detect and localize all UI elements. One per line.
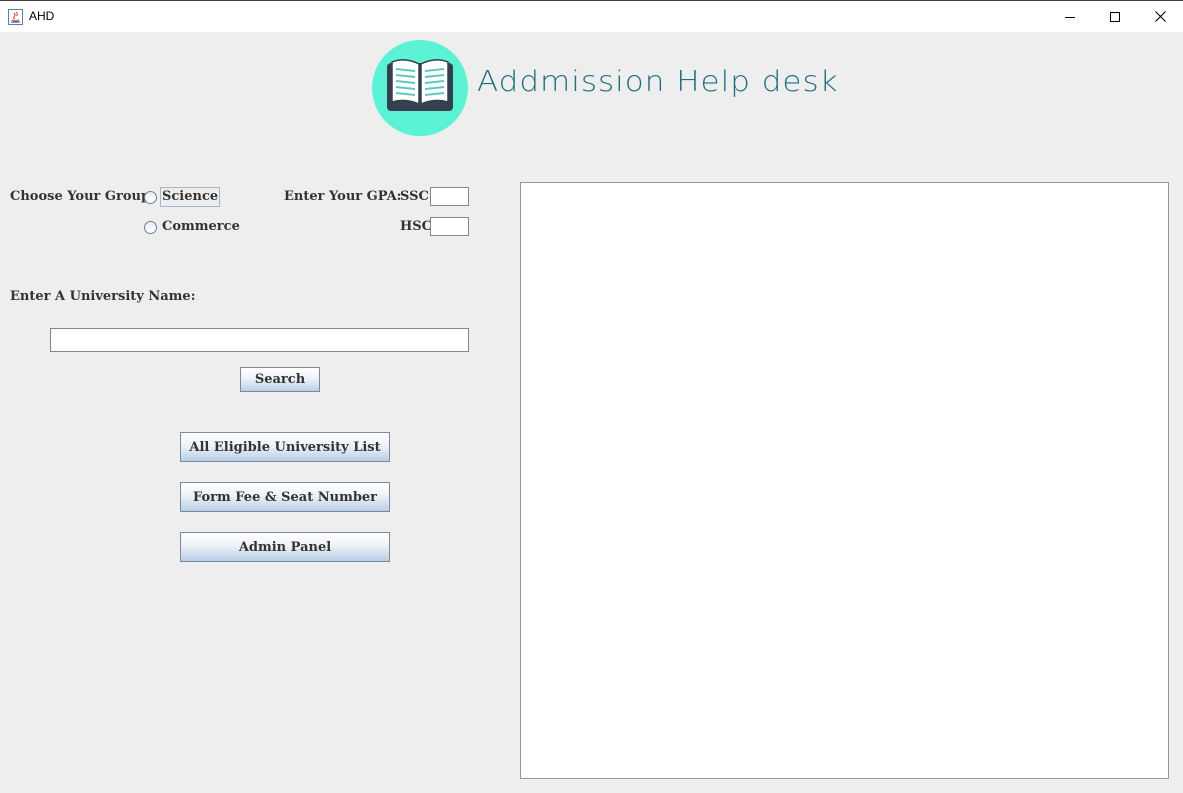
gpa-label: Enter Your GPA:: [284, 189, 402, 204]
search-button[interactable]: Search: [240, 367, 320, 392]
close-button[interactable]: [1137, 1, 1183, 32]
commerce-radio[interactable]: [144, 221, 157, 234]
science-radio-label[interactable]: Science: [160, 187, 221, 207]
ssc-label: SSC: [400, 189, 429, 204]
maximize-icon: [1110, 11, 1120, 22]
science-radio[interactable]: [144, 191, 157, 204]
form-fee-seat-number-button[interactable]: Form Fee & Seat Number: [180, 482, 390, 512]
app-logo-text: Addmission Help desk: [477, 65, 839, 99]
university-name-input[interactable]: [50, 328, 469, 352]
minimize-icon: [1065, 16, 1075, 18]
eligible-university-list-button[interactable]: All Eligible University List: [180, 432, 390, 462]
ssc-gpa-input[interactable]: [430, 187, 469, 206]
window-titlebar: AHD: [0, 0, 1183, 32]
minimize-button[interactable]: [1047, 1, 1093, 32]
hsc-gpa-input[interactable]: [430, 217, 469, 236]
university-label: Enter A University Name:: [10, 289, 196, 304]
results-text-area[interactable]: [520, 182, 1169, 779]
java-app-icon: [8, 9, 23, 25]
close-icon: [1154, 11, 1166, 22]
window-title: AHD: [29, 9, 55, 23]
hsc-label: HSC: [400, 219, 433, 234]
maximize-button[interactable]: [1092, 1, 1138, 32]
admin-panel-button[interactable]: Admin Panel: [180, 532, 390, 562]
commerce-radio-label[interactable]: Commerce: [161, 219, 241, 234]
logo-circle: [372, 40, 468, 136]
group-label: Choose Your Group:: [10, 189, 155, 204]
open-book-icon: [387, 59, 453, 111]
